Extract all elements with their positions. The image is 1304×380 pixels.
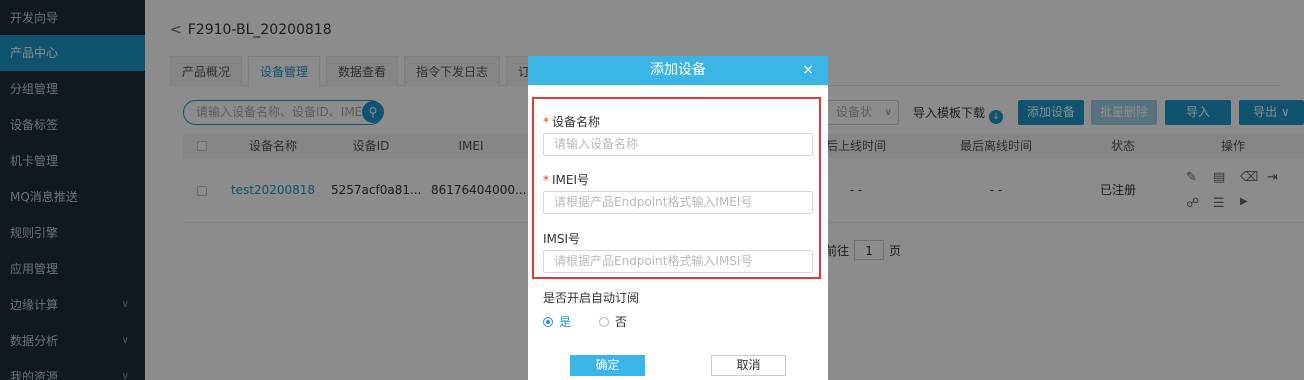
radio-unchecked-icon bbox=[599, 317, 609, 327]
imsi-label: IMSI号 bbox=[543, 230, 580, 247]
cancel-label: 取消 bbox=[736, 358, 761, 372]
field-label: IMSI号 bbox=[543, 232, 581, 246]
device-name-field[interactable]: 请输入设备名称 bbox=[543, 133, 813, 156]
required-mark: * bbox=[543, 115, 549, 129]
imei-label: * IMEI号 bbox=[543, 171, 589, 188]
dialog-title: 添加设备 bbox=[650, 62, 706, 78]
confirm-button[interactable]: 确定 bbox=[570, 355, 645, 376]
imei-field[interactable]: 请根据产品Endpoint格式输入IMEI号 bbox=[543, 191, 813, 214]
dialog-header: 添加设备 × bbox=[528, 56, 828, 85]
radio-label: 是 bbox=[559, 315, 572, 329]
auto-subscribe-no-radio[interactable]: 否 bbox=[599, 313, 627, 330]
confirm-label: 确定 bbox=[595, 358, 620, 372]
field-placeholder: 请根据产品Endpoint格式输入IMSI号 bbox=[554, 254, 753, 268]
field-placeholder: 请输入设备名称 bbox=[554, 137, 639, 151]
field-label: IMEI号 bbox=[552, 173, 590, 187]
required-mark: * bbox=[543, 173, 549, 187]
radio-checked-icon bbox=[543, 317, 553, 327]
auto-subscribe-yes-radio[interactable]: 是 bbox=[543, 313, 571, 330]
field-placeholder: 请根据产品Endpoint格式输入IMEI号 bbox=[554, 195, 753, 209]
device-name-label: * 设备名称 bbox=[543, 113, 600, 130]
imsi-field[interactable]: 请根据产品Endpoint格式输入IMSI号 bbox=[543, 250, 813, 273]
close-icon[interactable]: × bbox=[802, 56, 814, 85]
auto-subscribe-label: 是否开启自动订阅 bbox=[543, 291, 640, 305]
add-device-dialog: 添加设备 × * 设备名称 请输入设备名称 * IMEI号 请根据产品Endpoin… bbox=[528, 56, 828, 380]
radio-label: 否 bbox=[615, 315, 628, 329]
cancel-button[interactable]: 取消 bbox=[711, 355, 786, 376]
field-label: 设备名称 bbox=[552, 115, 601, 129]
